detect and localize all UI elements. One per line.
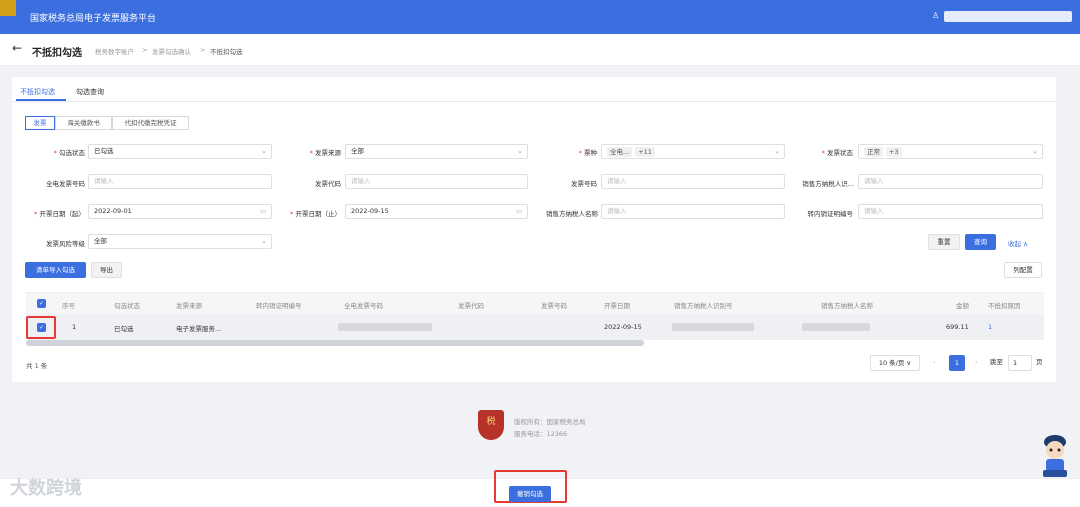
cell-no: 1: [72, 323, 77, 331]
cell-source: 电子发票服务...: [176, 325, 222, 333]
tab-query[interactable]: 勾选查询: [76, 87, 104, 97]
breadcrumb-item[interactable]: 发票勾选确认: [152, 46, 191, 56]
date-start-input[interactable]: 2022-09-01 ▭: [88, 204, 272, 219]
calendar-icon: ▭: [260, 208, 266, 215]
horizontal-scrollbar[interactable]: [26, 340, 644, 346]
user-name[interactable]: [944, 11, 1072, 22]
chevron-down-icon: ⌄: [261, 237, 267, 245]
label-inv-status: * 发票状态: [821, 149, 853, 157]
breadcrumb-sep: >: [142, 46, 148, 54]
top-bar: [0, 0, 1080, 34]
undo-check-button[interactable]: 撤销勾选: [509, 486, 551, 502]
label-inv-code: 发票代码: [315, 180, 341, 188]
total-count: 共 1 条: [26, 362, 48, 370]
label-date-start: * 开票日期（起）: [34, 210, 85, 218]
import-check-button[interactable]: 清单导入勾选: [25, 262, 86, 278]
copyright-text: 版权所有：国家税务总局: [514, 418, 586, 426]
cell-date: 2022-09-15: [604, 323, 642, 331]
breadcrumb-item: 不抵扣勾选: [210, 48, 243, 56]
back-arrow-icon[interactable]: ←: [12, 41, 22, 55]
select-inv-status[interactable]: 正常 +3 ⌄: [858, 144, 1043, 159]
tab-divider: [12, 101, 1056, 102]
col-header: 发票号码: [541, 302, 567, 310]
breadcrumb-sep: >: [200, 46, 206, 54]
select-check-status[interactable]: 已勾选 ⌄: [88, 144, 272, 159]
cell-amount: 699.11: [946, 323, 969, 331]
tab-no-deduct[interactable]: 不抵扣勾选: [20, 87, 55, 97]
collapse-link[interactable]: 收起 ∧: [1008, 238, 1028, 248]
input-transfer-no[interactable]: 请输入: [858, 204, 1043, 219]
input-inv-no[interactable]: 请输入: [601, 174, 785, 189]
user-icon[interactable]: ♙: [932, 11, 939, 20]
cell-status: 已勾选: [114, 325, 134, 333]
date-end-input[interactable]: 2022-09-15 ▭: [345, 204, 528, 219]
col-header: 开票日期: [604, 302, 630, 310]
label-quandian-no: 全电发票号码: [46, 180, 85, 188]
query-button[interactable]: 查询: [965, 234, 996, 250]
breadcrumb-item[interactable]: 税务数字账户: [95, 46, 134, 56]
export-button[interactable]: 导出: [91, 262, 122, 278]
chevron-down-icon: ⌄: [261, 147, 267, 155]
label-seller-id: 销售方纳税人识...: [802, 180, 854, 188]
select-all-checkbox[interactable]: ✓: [37, 299, 46, 308]
col-header: 勾选状态: [114, 302, 140, 310]
col-header: 销售方纳税人名称: [821, 302, 873, 310]
page-unit: 页: [1036, 358, 1043, 366]
label-date-end: * 开票日期（止）: [290, 210, 341, 218]
chevron-down-icon: ⌄: [774, 147, 780, 155]
jump-label: 跳至: [990, 358, 1003, 366]
redacted-cell: [338, 323, 432, 331]
jump-input[interactable]: 1: [1008, 355, 1032, 371]
reset-button[interactable]: 重置: [928, 234, 960, 250]
chevron-down-icon: ⌄: [517, 147, 523, 155]
redacted-cell: [672, 323, 754, 331]
page-size-select[interactable]: 10 条/页 ∨: [870, 355, 920, 371]
label-transfer-no: 转内销证明编号: [807, 210, 854, 218]
table-header: ✓ 序号 勾选状态 发票来源 转内销证明编号 全电发票号码 发票代码 发票号码 …: [26, 292, 1044, 314]
page-title: 不抵扣勾选: [32, 48, 82, 59]
row-checkbox[interactable]: ✓: [37, 323, 46, 332]
tax-logo-icon: [0, 0, 16, 16]
doctype-customs[interactable]: 海关缴款书: [55, 116, 112, 130]
input-seller-id[interactable]: 请输入: [858, 174, 1043, 189]
col-header: 金额: [956, 302, 969, 310]
col-header: 销售方纳税人识别号: [674, 302, 733, 310]
cell-reason[interactable]: 1: [988, 323, 992, 331]
page-1[interactable]: 1: [949, 355, 965, 371]
assistant-mascot-icon[interactable]: [1040, 432, 1070, 478]
input-seller-name[interactable]: 请输入: [601, 204, 785, 219]
select-type[interactable]: 全电... +11 ⌄: [601, 144, 785, 159]
label-type: * 票种: [578, 149, 597, 157]
prev-page-icon[interactable]: ‹: [933, 355, 936, 371]
input-quandian-no[interactable]: 请输入: [88, 174, 272, 189]
calendar-icon: ▭: [516, 208, 522, 215]
col-header: 发票代码: [458, 302, 484, 310]
column-config-button[interactable]: 列配置: [1004, 262, 1042, 278]
col-header: 序号: [62, 302, 75, 310]
chevron-down-icon: ⌄: [1032, 147, 1038, 155]
select-risk[interactable]: 全部 ⌄: [88, 234, 272, 249]
label-seller-name: 销售方纳税人名称: [546, 210, 598, 218]
select-source[interactable]: 全部 ⌄: [345, 144, 528, 159]
label-source: * 发票来源: [309, 149, 341, 157]
table-row[interactable]: ✓ 1 已勾选 电子发票服务... 2022-09-15 699.11 1: [26, 314, 1044, 340]
redacted-cell: [802, 323, 870, 331]
watermark: 大数跨境: [10, 478, 82, 499]
col-header: 转内销证明编号: [256, 302, 302, 310]
label-check-status: * 勾选状态: [53, 149, 85, 157]
label-inv-no: 发票号码: [571, 180, 597, 188]
platform-title: 国家税务总局电子发票服务平台: [30, 14, 157, 24]
input-inv-code[interactable]: 请输入: [345, 174, 528, 189]
next-page-icon[interactable]: ›: [975, 355, 978, 371]
doctype-invoice[interactable]: 发票: [25, 116, 55, 130]
col-header: 不抵扣原因: [988, 302, 1021, 310]
doctype-withholding[interactable]: 代扣代缴完税凭证: [112, 116, 189, 130]
tax-emblem-icon: 税: [478, 410, 504, 440]
service-phone: 服务电话：12366: [514, 430, 568, 438]
label-risk: 发票风险等级: [46, 240, 85, 248]
col-header: 发票来源: [176, 302, 202, 310]
col-header: 全电发票号码: [344, 302, 383, 310]
